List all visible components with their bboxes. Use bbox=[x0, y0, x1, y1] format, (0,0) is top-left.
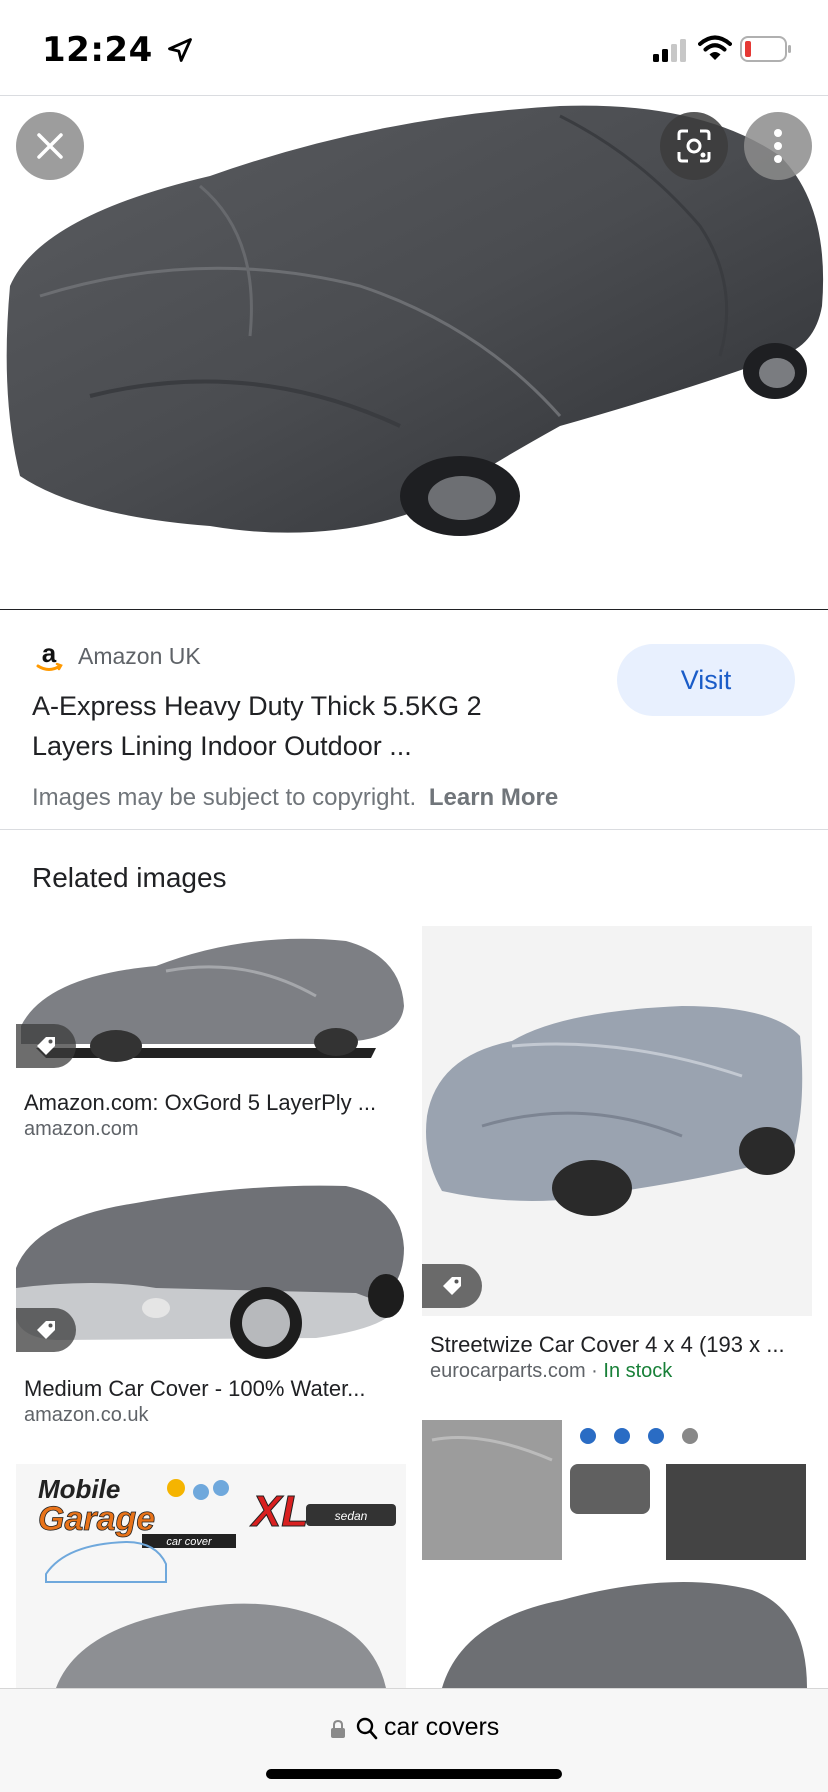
cellular-signal-icon bbox=[653, 39, 686, 62]
related-item-title: Streetwize Car Cover 4 x 4 (193 x ... bbox=[430, 1332, 785, 1357]
stock-status: In stock bbox=[603, 1360, 673, 1382]
lens-button[interactable] bbox=[660, 112, 728, 180]
address-bar[interactable]: car covers bbox=[0, 1688, 828, 1792]
source-name[interactable]: Amazon UK bbox=[78, 643, 201, 670]
location-arrow-icon bbox=[168, 38, 192, 62]
mg-size: XL bbox=[249, 1487, 308, 1536]
svg-text:a: a bbox=[42, 640, 57, 668]
close-button[interactable] bbox=[16, 112, 84, 180]
result-title[interactable]: A-Express Heavy Duty Thick 5.5KG 2 Layer… bbox=[32, 686, 572, 766]
mg-brand-line2: Garage bbox=[38, 1500, 155, 1538]
search-query[interactable]: car covers bbox=[384, 1713, 499, 1742]
product-tag-badge bbox=[16, 1024, 76, 1068]
search-icon bbox=[356, 1717, 378, 1740]
mg-brand-sub: car cover bbox=[166, 1536, 213, 1548]
result-title-line1: A-Express Heavy Duty Thick 5.5KG 2 bbox=[32, 691, 482, 721]
wifi-icon bbox=[698, 35, 732, 60]
related-item-source: amazon.co.uk bbox=[24, 1404, 149, 1426]
related-item-domain: eurocarparts.com · bbox=[430, 1360, 604, 1382]
status-time: 12:24 bbox=[42, 30, 153, 70]
related-item-title: Medium Car Cover - 100% Water... bbox=[24, 1376, 366, 1401]
result-info: a Amazon UK A-Express Heavy Duty Thick 5… bbox=[0, 610, 828, 830]
learn-more-link[interactable]: Learn More bbox=[429, 784, 558, 811]
more-vert-icon bbox=[774, 129, 782, 163]
status-bar: 12:24 bbox=[0, 0, 828, 96]
mg-type: sedan bbox=[335, 1509, 368, 1523]
product-tag-badge bbox=[16, 1308, 76, 1352]
amazon-logo-icon: a bbox=[36, 640, 63, 671]
related-item-source: eurocarparts.com · In stock bbox=[430, 1360, 672, 1383]
collage-thumbnail bbox=[422, 1420, 807, 1688]
tag-icon bbox=[37, 1037, 55, 1055]
more-options-button[interactable] bbox=[744, 112, 812, 180]
tag-icon bbox=[443, 1277, 461, 1295]
suv-cover-thumbnail bbox=[426, 1006, 803, 1216]
home-indicator[interactable] bbox=[266, 1769, 562, 1779]
close-icon bbox=[37, 133, 63, 159]
copyright-text: Images may be subject to copyright. bbox=[32, 784, 417, 811]
related-images-heading: Related images bbox=[32, 862, 227, 893]
related-item-source: amazon.com bbox=[24, 1118, 139, 1140]
lens-icon bbox=[677, 129, 711, 163]
result-title-line2: Layers Lining Indoor Outdoor ... bbox=[32, 731, 412, 761]
product-tag-badge bbox=[422, 1264, 482, 1308]
related-thumbnail[interactable] bbox=[422, 1420, 812, 1688]
tag-icon bbox=[37, 1321, 55, 1339]
related-thumbnail[interactable] bbox=[422, 926, 812, 1316]
related-thumbnail[interactable]: Mobile Garage car cover XL sedan bbox=[16, 1464, 406, 1688]
mobile-garage-thumbnail: Mobile Garage car cover XL sedan bbox=[38, 1474, 396, 1688]
visit-button[interactable]: Visit bbox=[617, 644, 795, 716]
related-item-title: Amazon.com: OxGord 5 LayerPly ... bbox=[24, 1090, 377, 1115]
lock-icon bbox=[331, 1719, 345, 1738]
battery-low-icon bbox=[740, 36, 791, 62]
copyright-notice: Images may be subject to copyright. Lear… bbox=[32, 784, 558, 812]
